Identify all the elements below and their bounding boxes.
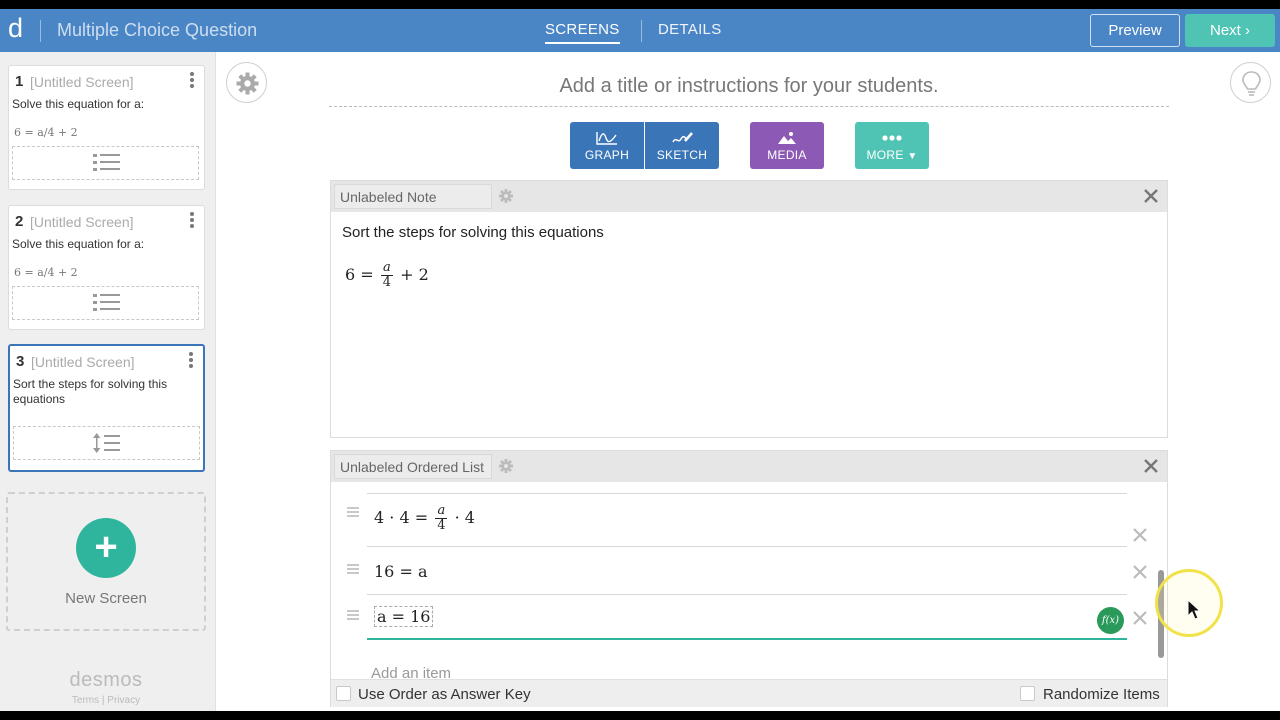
list-icon <box>93 294 120 311</box>
ordered-list-items: 4 · 4 = a4 · 4 16 = a a = 16 f(x) Add an… <box>331 482 1167 679</box>
list-item-editing[interactable]: a = 16 f(x) <box>331 604 1167 650</box>
app-frame: d Multiple Choice Question SCREENS DETAI… <box>0 9 1280 711</box>
screen-number: 2 <box>15 213 24 230</box>
gear-icon[interactable] <box>497 187 515 205</box>
component-label-input[interactable]: Unlabeled Ordered List <box>334 454 492 479</box>
mouse-pointer-icon <box>1187 599 1201 620</box>
tab-details[interactable]: DETAILS <box>658 21 722 38</box>
top-bar: d Multiple Choice Question SCREENS DETAI… <box>0 9 1280 52</box>
caret-down-icon: ▼ <box>907 151 918 162</box>
instructions-input[interactable]: Add a title or instructions for your stu… <box>329 75 1169 107</box>
ordered-list-options: Use Order as Answer Key Randomize Items <box>331 679 1167 707</box>
note-component: Unlabeled Note Sort the steps for solvin… <box>330 180 1168 438</box>
screen-number: 1 <box>15 73 24 90</box>
new-screen-button[interactable]: + New Screen <box>6 492 206 631</box>
add-graph-button[interactable]: GRAPH <box>570 122 644 169</box>
screen-card-2[interactable]: 2 [Untitled Screen] Solve this equation … <box>8 205 205 330</box>
randomize-label[interactable]: Randomize Items <box>1043 686 1160 703</box>
use-order-checkbox[interactable] <box>336 686 351 701</box>
desmos-brand: desmos <box>69 669 143 691</box>
item-underline <box>367 546 1127 547</box>
desmos-logo[interactable]: d <box>8 13 23 44</box>
screens-sidebar: 1 [Untitled Screen] Solve this equation … <box>0 52 216 711</box>
screen-number: 3 <box>16 353 25 370</box>
screen-description: Solve this equation for a: <box>12 97 145 111</box>
remove-item-icon[interactable] <box>1131 609 1149 627</box>
screen-description: Sort the steps for solving this equation… <box>13 377 168 406</box>
gear-icon <box>236 72 259 95</box>
list-icon <box>93 154 120 171</box>
ordered-list-icon <box>93 433 120 453</box>
more-components-button[interactable]: MORE ▼ <box>855 122 929 169</box>
screen-card-1[interactable]: 1 [Untitled Screen] Solve this equation … <box>8 65 205 190</box>
item-equation-input[interactable]: a = 16 <box>374 606 434 627</box>
more-label: MORE ▼ <box>866 148 918 162</box>
image-icon <box>778 132 796 144</box>
sketch-label: SKETCH <box>656 148 708 162</box>
gear-icon[interactable] <box>497 457 515 475</box>
add-item-input[interactable]: Add an item <box>371 665 451 679</box>
component-header: Unlabeled Note <box>331 181 1167 212</box>
more-options-icon[interactable] <box>189 352 193 370</box>
tab-screens[interactable]: SCREENS <box>545 21 620 44</box>
legal-links[interactable]: Terms | Privacy <box>0 695 212 706</box>
next-button[interactable]: Next › <box>1185 14 1275 47</box>
drag-handle-icon[interactable] <box>347 507 359 519</box>
note-equation[interactable]: 6 = a4 + 2 <box>345 261 429 290</box>
screen-settings-button[interactable] <box>226 62 267 103</box>
item-equation[interactable]: 16 = a <box>374 562 427 581</box>
divider <box>40 20 41 42</box>
close-icon[interactable] <box>1141 186 1161 206</box>
teacher-tips-button[interactable] <box>1230 62 1271 103</box>
use-order-label[interactable]: Use Order as Answer Key <box>358 686 531 703</box>
new-screen-label: New Screen <box>65 590 147 607</box>
screen-title: [Untitled Screen] <box>30 74 134 90</box>
more-options-icon[interactable] <box>190 212 194 230</box>
more-options-icon[interactable] <box>190 72 194 90</box>
screen-title: [Untitled Screen] <box>31 354 135 370</box>
screen-equation: 6 = a/4 + 2 <box>14 126 78 138</box>
screen-card-3[interactable]: 3 [Untitled Screen] Sort the steps for s… <box>8 344 205 472</box>
close-icon[interactable] <box>1141 456 1161 476</box>
screen-description: Solve this equation for a: <box>12 237 145 251</box>
divider <box>641 20 642 42</box>
activity-title[interactable]: Multiple Choice Question <box>57 20 257 41</box>
list-item[interactable]: 16 = a <box>331 558 1167 604</box>
lightbulb-icon <box>1242 71 1261 96</box>
graph-label: GRAPH <box>584 148 630 162</box>
plus-icon: + <box>76 518 136 578</box>
randomize-checkbox[interactable] <box>1020 686 1035 701</box>
item-underline-active <box>367 638 1127 640</box>
media-label: MEDIA <box>767 148 807 162</box>
item-equation[interactable]: 4 · 4 = a4 · 4 <box>374 504 475 533</box>
item-underline <box>367 594 1127 595</box>
list-item-partial <box>331 482 1167 496</box>
drag-handle-icon[interactable] <box>347 610 359 622</box>
add-media-button[interactable]: MEDIA <box>750 122 824 169</box>
add-sketch-button[interactable]: SKETCH <box>645 122 719 169</box>
ordered-list-component: Unlabeled Ordered List 4 · 4 = a4 · 4 16… <box>330 450 1168 707</box>
graph-icon <box>596 132 617 145</box>
note-text[interactable]: Sort the steps for solving this equation… <box>342 224 604 241</box>
item-underline <box>367 493 1127 494</box>
screen-preview <box>12 146 199 180</box>
remove-item-icon[interactable] <box>1131 526 1149 544</box>
component-header: Unlabeled Ordered List <box>331 451 1167 482</box>
screen-title: [Untitled Screen] <box>30 214 134 230</box>
drag-handle-icon[interactable] <box>347 564 359 576</box>
screen-preview <box>12 286 199 320</box>
component-label-input[interactable]: Unlabeled Note <box>334 184 492 209</box>
screen-preview <box>13 426 200 460</box>
sketch-icon <box>672 132 693 143</box>
remove-item-icon[interactable] <box>1131 563 1149 581</box>
function-icon[interactable]: f(x) <box>1097 607 1124 634</box>
more-dots-icon <box>882 135 902 141</box>
list-item[interactable]: 4 · 4 = a4 · 4 <box>331 496 1167 548</box>
preview-button[interactable]: Preview <box>1090 14 1180 47</box>
screen-equation: 6 = a/4 + 2 <box>14 266 78 278</box>
